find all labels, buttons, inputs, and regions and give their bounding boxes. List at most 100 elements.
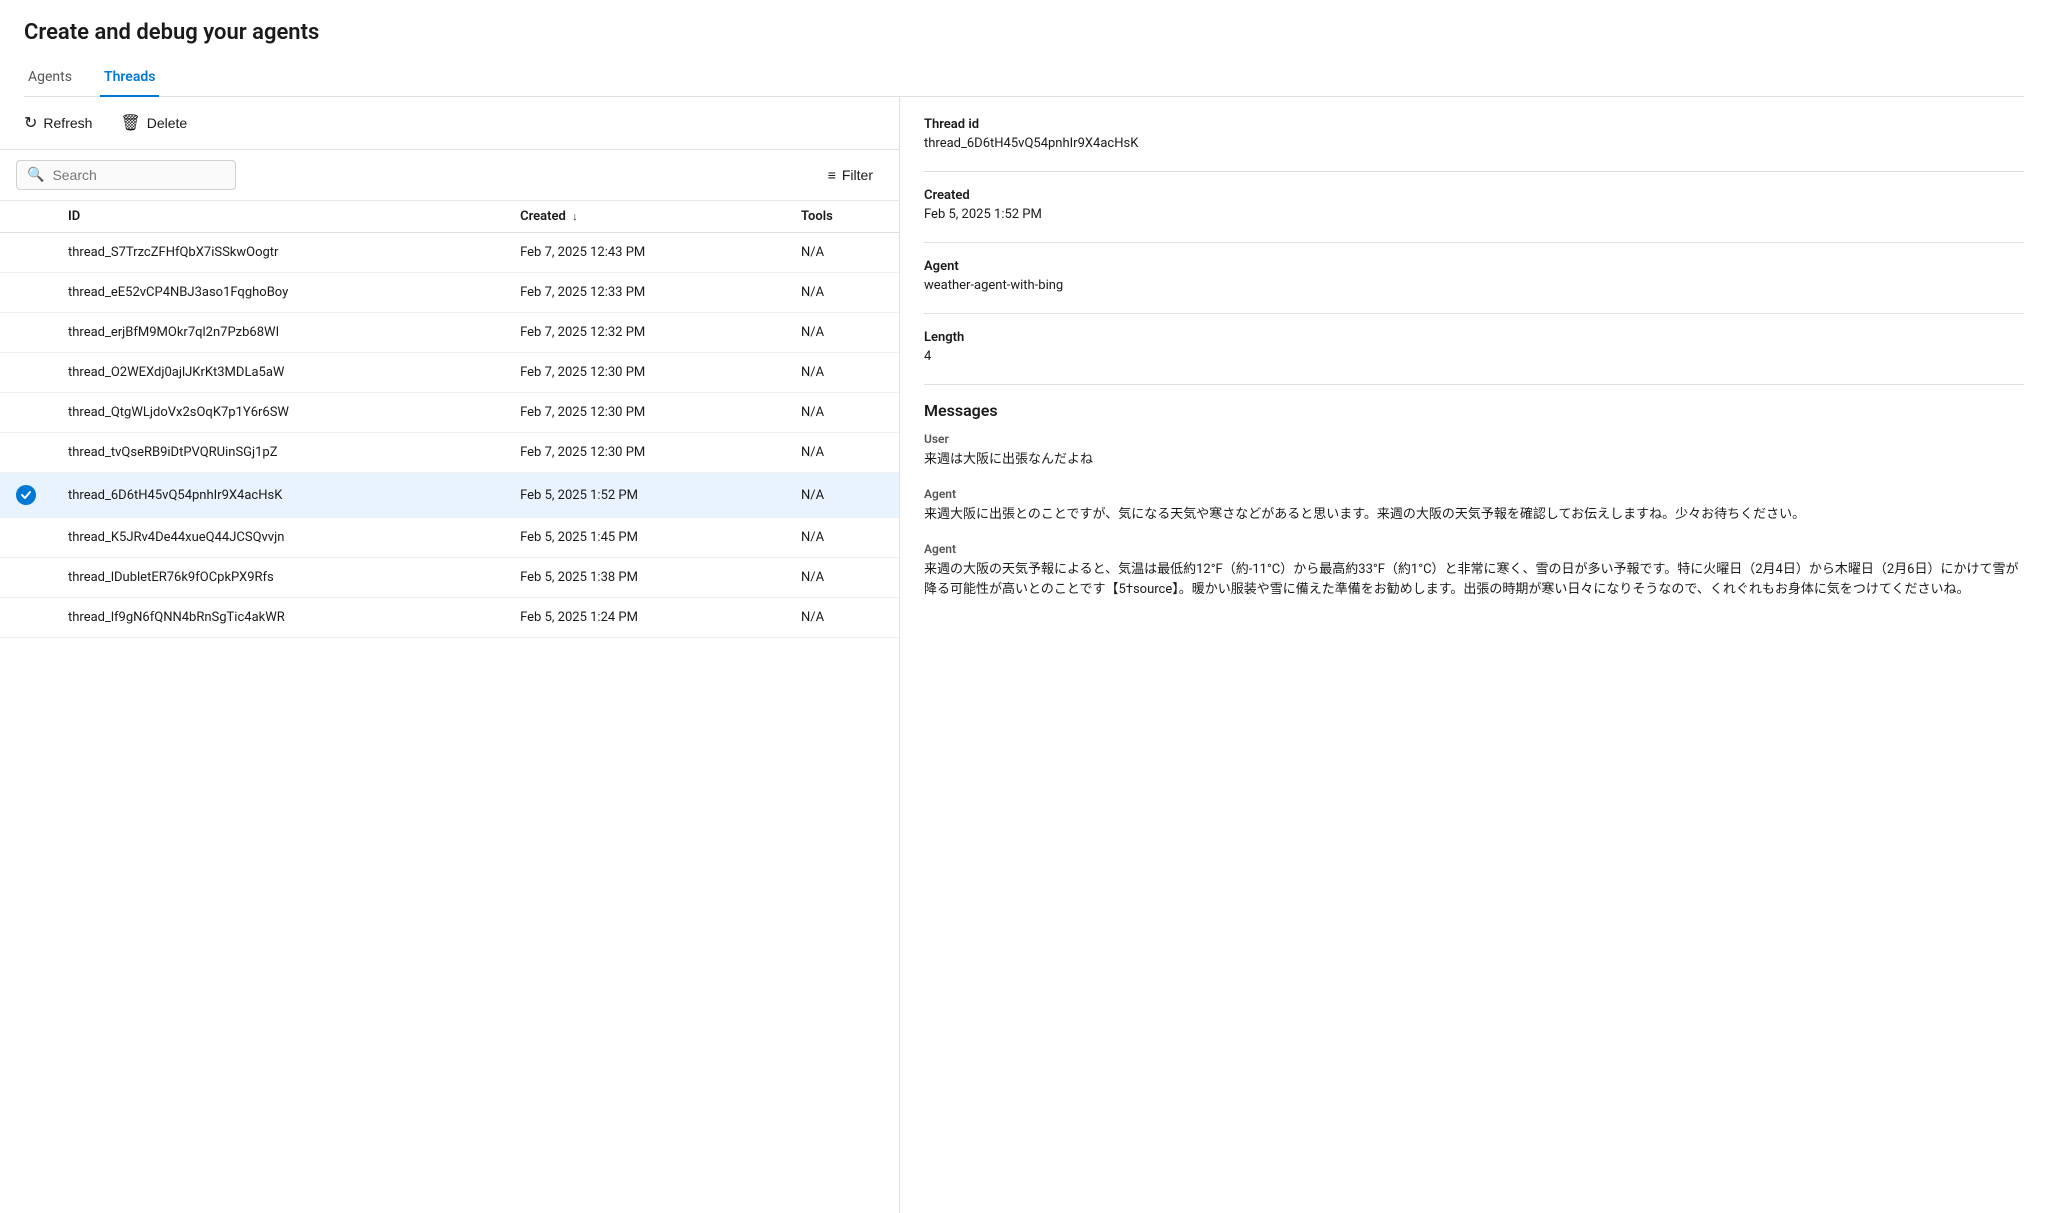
table-row[interactable]: thread_QtgWLjdoVx2sOqK7p1Y6r6SWFeb 7, 20… [0, 393, 899, 433]
table-row[interactable]: thread_erjBfM9MOkr7ql2n7Pzb68WIFeb 7, 20… [0, 313, 899, 353]
divider-3 [924, 313, 2024, 314]
message-role: Agent [924, 542, 2024, 556]
row-check-cell [0, 558, 52, 598]
right-panel: Thread id thread_6D6tH45vQ54pnhIr9X4acHs… [900, 97, 2048, 1213]
filter-button[interactable]: ≡ Filter [818, 163, 883, 187]
thread-id-label: Thread id [924, 117, 2024, 132]
agent-section: Agent weather-agent-with-bing [924, 259, 2024, 293]
divider-1 [924, 171, 2024, 172]
row-check-cell [0, 233, 52, 273]
row-tools: N/A [785, 433, 899, 473]
row-id: thread_tvQseRB9iDtPVQRUinSGj1pZ [52, 433, 504, 473]
delete-label: Delete [147, 115, 187, 131]
message-role: Agent [924, 487, 2024, 501]
message-block: User来週は大阪に出張なんだよね [924, 432, 2024, 471]
check-icon [16, 485, 36, 505]
row-created: Feb 7, 2025 12:30 PM [504, 433, 785, 473]
threads-table: ID Created ↓ Tools thread_S7TrzcZFHfQbX7… [0, 201, 899, 638]
message-block: Agent 来週大阪に出張とのことですが、気になる天気や寒さなどがあると思います。… [924, 487, 2024, 526]
row-created: Feb 7, 2025 12:30 PM [504, 393, 785, 433]
tab-agents[interactable]: Agents [24, 61, 76, 97]
table-row[interactable]: thread_eE52vCP4NBJ3aso1FqghoBoyFeb 7, 20… [0, 273, 899, 313]
agent-value: weather-agent-with-bing [924, 278, 2024, 293]
tab-bar: Agents Threads [24, 61, 2024, 97]
refresh-label: Refresh [43, 115, 92, 131]
row-created: Feb 7, 2025 12:32 PM [504, 313, 785, 353]
row-created: Feb 5, 2025 1:24 PM [504, 598, 785, 638]
agent-label: Agent [924, 259, 2024, 274]
created-section: Created Feb 5, 2025 1:52 PM [924, 188, 2024, 222]
main-content: ↻ Refresh 🗑 Delete 🔍 ≡ Filter [0, 97, 2048, 1213]
row-tools: N/A [785, 353, 899, 393]
messages-label: Messages [924, 401, 2024, 420]
divider-2 [924, 242, 2024, 243]
page-header: Create and debug your agents Agents Thre… [0, 0, 2048, 97]
row-created: Feb 5, 2025 1:38 PM [504, 558, 785, 598]
table-row[interactable]: thread_6D6tH45vQ54pnhIr9X4acHsKFeb 5, 20… [0, 473, 899, 518]
row-check-cell [0, 393, 52, 433]
col-check [0, 201, 52, 233]
table-row[interactable]: thread_lf9gN6fQNN4bRnSgTic4akWRFeb 5, 20… [0, 598, 899, 638]
row-id: thread_6D6tH45vQ54pnhIr9X4acHsK [52, 473, 504, 518]
row-tools: N/A [785, 233, 899, 273]
table-row[interactable]: thread_lDubletER76k9fOCpkPX9RfsFeb 5, 20… [0, 558, 899, 598]
row-tools: N/A [785, 473, 899, 518]
col-tools[interactable]: Tools [785, 201, 899, 233]
row-created: Feb 7, 2025 12:30 PM [504, 353, 785, 393]
filter-label: Filter [842, 167, 873, 183]
row-created: Feb 5, 2025 1:45 PM [504, 518, 785, 558]
row-created: Feb 5, 2025 1:52 PM [504, 473, 785, 518]
row-check-cell [0, 598, 52, 638]
toolbar: ↻ Refresh 🗑 Delete [0, 97, 899, 150]
refresh-button[interactable]: ↻ Refresh [16, 109, 100, 137]
thread-id-value: thread_6D6tH45vQ54pnhIr9X4acHsK [924, 136, 2024, 151]
message-text: 来週大阪に出張とのことですが、気になる天気や寒さなどがあると思います。来週の大阪… [924, 505, 2024, 526]
search-icon: 🔍 [27, 167, 44, 183]
created-value: Feb 5, 2025 1:52 PM [924, 207, 2024, 222]
row-check-cell [0, 433, 52, 473]
row-check-cell [0, 273, 52, 313]
delete-button[interactable]: 🗑 Delete [112, 109, 195, 137]
table-row[interactable]: thread_tvQseRB9iDtPVQRUinSGj1pZFeb 7, 20… [0, 433, 899, 473]
row-id: thread_O2WEXdj0ajlJKrKt3MDLa5aW [52, 353, 504, 393]
row-id: thread_S7TrzcZFHfQbX7iSSkwOogtr [52, 233, 504, 273]
messages-container: User来週は大阪に出張なんだよね Agent 来週大阪に出張とのことですが、気にな… [924, 432, 2024, 601]
messages-section: Messages User来週は大阪に出張なんだよね Agent 来週大阪に出張との… [924, 401, 2024, 601]
row-check-cell [0, 473, 52, 518]
created-label: Created [924, 188, 2024, 203]
divider-4 [924, 384, 2024, 385]
thread-id-section: Thread id thread_6D6tH45vQ54pnhIr9X4acHs… [924, 117, 2024, 151]
table-row[interactable]: thread_O2WEXdj0ajlJKrKt3MDLa5aWFeb 7, 20… [0, 353, 899, 393]
filter-icon: ≡ [828, 167, 836, 183]
row-tools: N/A [785, 273, 899, 313]
row-created: Feb 7, 2025 12:33 PM [504, 273, 785, 313]
col-created[interactable]: Created ↓ [504, 201, 785, 233]
length-value: 4 [924, 349, 2024, 364]
message-block: Agent 来週の大阪の天気予報によると、気温は最低約12°F（約-11°C）から… [924, 542, 2024, 602]
row-id: thread_lf9gN6fQNN4bRnSgTic4akWR [52, 598, 504, 638]
tab-threads[interactable]: Threads [100, 61, 159, 97]
length-label: Length [924, 330, 2024, 345]
message-text: 来週の大阪の天気予報によると、気温は最低約12°F（約-11°C）から最高約33… [924, 560, 2024, 602]
left-panel: ↻ Refresh 🗑 Delete 🔍 ≡ Filter [0, 97, 900, 1213]
row-check-cell [0, 353, 52, 393]
row-tools: N/A [785, 558, 899, 598]
page-title: Create and debug your agents [24, 20, 2024, 45]
table-row[interactable]: thread_K5JRv4De44xueQ44JCSQvvjnFeb 5, 20… [0, 518, 899, 558]
row-id: thread_lDubletER76k9fOCpkPX9Rfs [52, 558, 504, 598]
length-section: Length 4 [924, 330, 2024, 364]
col-id[interactable]: ID [52, 201, 504, 233]
search-input[interactable] [52, 167, 225, 183]
delete-icon: 🗑 [120, 113, 140, 133]
search-box[interactable]: 🔍 [16, 160, 236, 190]
row-check-cell [0, 518, 52, 558]
row-check-cell [0, 313, 52, 353]
message-text: 来週は大阪に出張なんだよね [924, 450, 2024, 471]
row-id: thread_K5JRv4De44xueQ44JCSQvvjn [52, 518, 504, 558]
row-id: thread_erjBfM9MOkr7ql2n7Pzb68WI [52, 313, 504, 353]
row-tools: N/A [785, 598, 899, 638]
search-bar-row: 🔍 ≡ Filter [0, 150, 899, 201]
row-id: thread_QtgWLjdoVx2sOqK7p1Y6r6SW [52, 393, 504, 433]
threads-table-container: ID Created ↓ Tools thread_S7TrzcZFHfQbX7… [0, 201, 899, 1213]
table-row[interactable]: thread_S7TrzcZFHfQbX7iSSkwOogtrFeb 7, 20… [0, 233, 899, 273]
